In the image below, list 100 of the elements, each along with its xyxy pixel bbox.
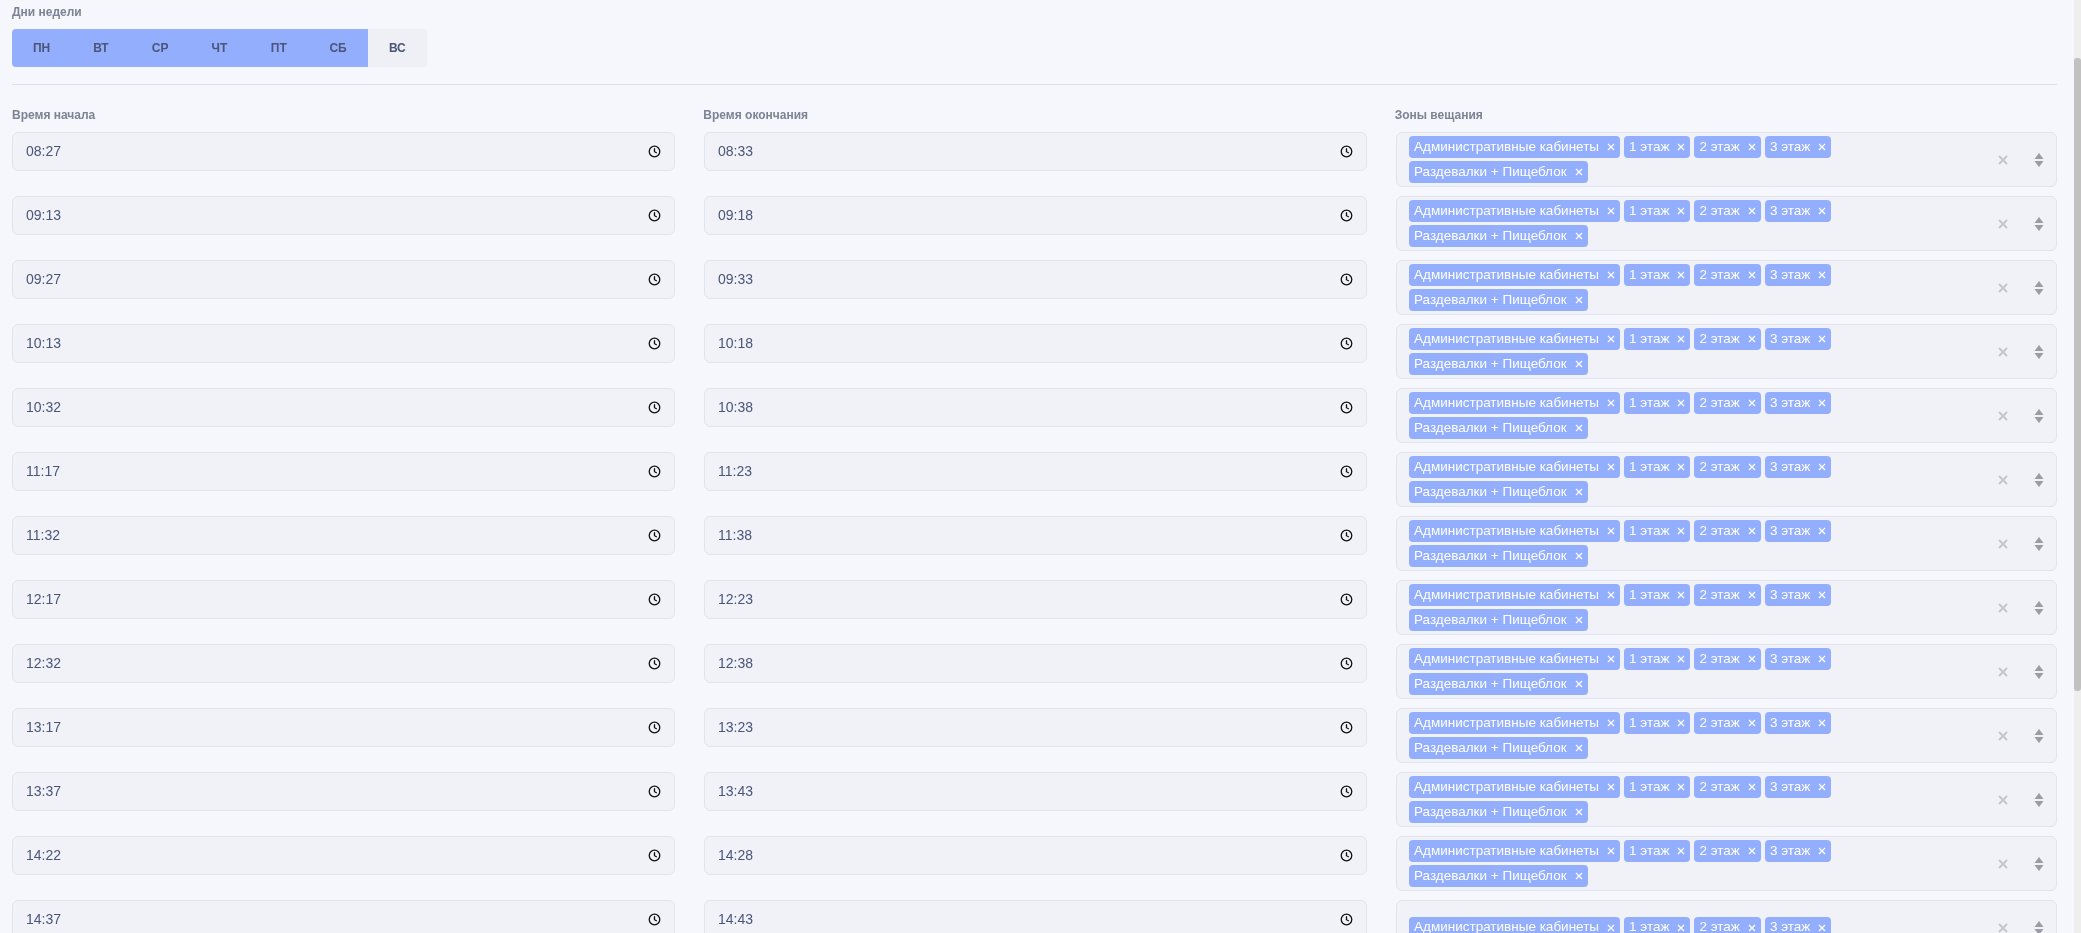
zone-name: Раздевалки + Пищеблок: [1414, 866, 1567, 885]
time-value: 09:33: [718, 270, 754, 289]
column-label: Время окончания: [703, 107, 810, 124]
time-field[interactable]: 11:17: [12, 452, 675, 491]
zone-name: 2 этаж: [1699, 649, 1740, 668]
time-field[interactable]: 08:27: [12, 132, 675, 171]
weekday-toggle[interactable]: ПН: [12, 29, 72, 67]
time-field[interactable]: 14:22: [12, 836, 675, 875]
time-field[interactable]: 10:18: [704, 324, 1367, 363]
time-field[interactable]: 12:17: [12, 580, 675, 619]
time-field[interactable]: 10:13: [12, 324, 675, 363]
time-value: 11:38: [718, 526, 752, 545]
time-field[interactable]: 10:32: [12, 388, 675, 427]
time-field[interactable]: 08:33: [704, 132, 1367, 171]
section-label: Дни недели: [12, 4, 83, 21]
time-field[interactable]: 10:38: [704, 388, 1367, 427]
time-value: 13:37: [26, 782, 62, 801]
zone-name: 1 этаж: [1629, 457, 1670, 476]
weekday-toggle[interactable]: ПТ: [249, 29, 309, 67]
time-value: 12:38: [718, 654, 754, 673]
time-value: 09:27: [26, 270, 62, 289]
time-field[interactable]: 12:32: [12, 644, 675, 683]
time-value: 14:22: [26, 846, 62, 865]
time-value: 08:33: [718, 142, 754, 161]
zone-name: 1 этаж: [1629, 201, 1670, 220]
zone-name: Административные кабинеты: [1414, 713, 1600, 732]
zone-name: 3 этаж: [1769, 918, 1811, 933]
time-value: 11:23: [718, 462, 752, 481]
column-label: Зоны вещания: [1394, 107, 1484, 124]
time-value: 14:37: [26, 910, 62, 929]
time-value: 13:23: [718, 718, 754, 737]
time-field[interactable]: 11:38: [704, 516, 1367, 555]
time-value: 13:17: [26, 718, 62, 737]
zone-name: 1 этаж: [1629, 393, 1670, 412]
zone-name: Раздевалки + Пищеблок: [1414, 226, 1567, 245]
time-value: 09:13: [26, 206, 62, 225]
time-value: 10:18: [718, 334, 754, 353]
zone-name: 3 этаж: [1769, 649, 1811, 668]
time-value: 12:32: [26, 654, 62, 673]
time-field[interactable]: 14:37: [12, 900, 675, 933]
zone-name: 1 этаж: [1629, 841, 1670, 860]
time-field[interactable]: 14:43: [704, 900, 1367, 933]
zone-name: 3 этаж: [1769, 713, 1811, 732]
zone-name: Раздевалки + Пищеблок: [1414, 418, 1567, 437]
zone-name: Раздевалки + Пищеблок: [1414, 290, 1567, 309]
zone-name: 3 этаж: [1769, 393, 1811, 412]
time-field[interactable]: 12:38: [704, 644, 1367, 683]
zone-name: Раздевалки + Пищеблок: [1414, 482, 1567, 501]
zone-name: 1 этаж: [1629, 777, 1670, 796]
zone-name: Раздевалки + Пищеблок: [1414, 738, 1567, 757]
zone-name: Административные кабинеты: [1414, 329, 1600, 348]
column-label: Время начала: [12, 107, 97, 124]
weekday-toggle[interactable]: СР: [130, 29, 190, 67]
zone-name: 2 этаж: [1699, 585, 1740, 604]
zone-name: 2 этаж: [1699, 393, 1740, 412]
weekday-toggle[interactable]: ЧТ: [189, 29, 250, 67]
time-value: 13:43: [718, 782, 754, 801]
zone-name: 1 этаж: [1629, 329, 1670, 348]
time-field[interactable]: 11:23: [704, 452, 1367, 491]
zone-name: 2 этаж: [1699, 329, 1740, 348]
time-field[interactable]: 13:37: [12, 772, 675, 811]
zone-name: 3 этаж: [1769, 329, 1811, 348]
time-field[interactable]: 09:13: [12, 196, 675, 235]
time-field[interactable]: 13:43: [704, 772, 1367, 811]
time-field[interactable]: 13:17: [12, 708, 675, 747]
time-value: 10:32: [26, 398, 62, 417]
time-field[interactable]: 09:27: [12, 260, 675, 299]
time-value: 10:38: [718, 398, 754, 417]
zone-name: 3 этаж: [1769, 585, 1811, 604]
time-field[interactable]: 12:23: [704, 580, 1367, 619]
zone-name: 1 этаж: [1629, 713, 1670, 732]
time-field[interactable]: 11:32: [12, 516, 675, 555]
zone-name: Административные кабинеты: [1414, 585, 1600, 604]
zone-name: 2 этаж: [1699, 265, 1740, 284]
weekday-toggle[interactable]: ВТ: [71, 29, 131, 67]
zone-name: 2 этаж: [1699, 841, 1740, 860]
time-field[interactable]: 09:18: [704, 196, 1367, 235]
zone-name: Административные кабинеты: [1414, 265, 1600, 284]
zone-name: 2 этаж: [1699, 457, 1740, 476]
zone-name: 2 этаж: [1699, 137, 1740, 156]
weekday-toggle[interactable]: СБ: [308, 29, 368, 67]
time-field[interactable]: 14:28: [704, 836, 1367, 875]
zone-name: Административные кабинеты: [1414, 521, 1600, 540]
zone-name: Раздевалки + Пищеблок: [1414, 162, 1567, 181]
zone-name: 1 этаж: [1629, 265, 1670, 284]
time-value: 14:28: [718, 846, 754, 865]
zone-name: 1 этаж: [1629, 137, 1670, 156]
zone-name: Административные кабинеты: [1414, 393, 1600, 412]
zone-name: 1 этаж: [1629, 521, 1670, 540]
zone-name: 3 этаж: [1769, 777, 1811, 796]
time-value: 12:17: [26, 590, 62, 609]
zone-name: Административные кабинеты: [1414, 649, 1600, 668]
time-value: 11:32: [26, 526, 60, 545]
time-value: 11:17: [26, 462, 60, 481]
zone-name: Раздевалки + Пищеблок: [1414, 802, 1567, 821]
zone-name: 2 этаж: [1699, 713, 1740, 732]
zone-name: 3 этаж: [1769, 841, 1811, 860]
zone-name: Административные кабинеты: [1414, 201, 1600, 220]
time-field[interactable]: 09:33: [704, 260, 1367, 299]
time-field[interactable]: 13:23: [704, 708, 1367, 747]
